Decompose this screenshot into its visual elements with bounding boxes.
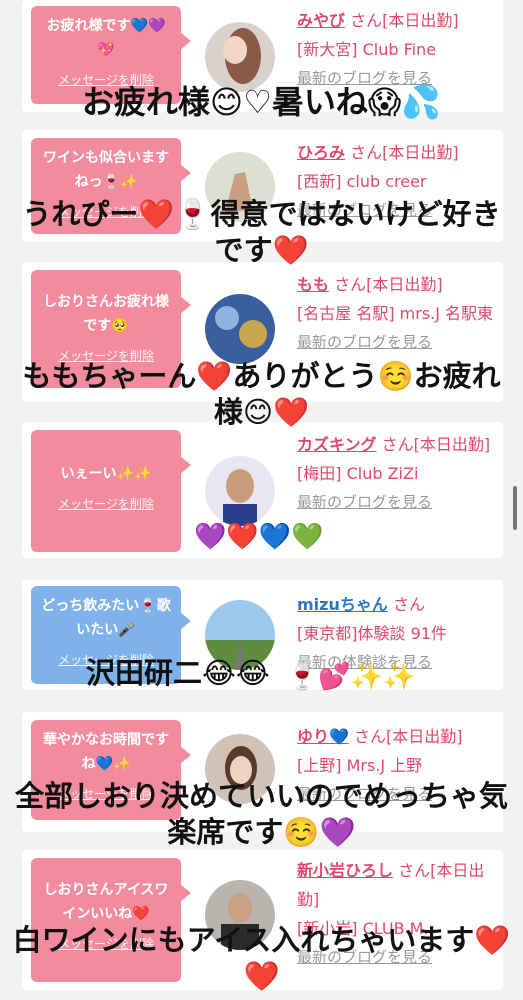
cast-status: さん[本日出勤] (334, 275, 443, 294)
shop-name: [新大宮] Club Fine (297, 40, 437, 59)
overlay-caption: 沢田研二😂😂 (86, 656, 270, 690)
cast-status: さん[本日出勤] (350, 11, 459, 30)
message-bubble: いぇーい✨✨ メッセージを削除 (31, 430, 191, 552)
avatar[interactable] (205, 22, 275, 92)
cast-status: さん[本日出勤] (354, 727, 463, 746)
overlay-caption: 白ワインにもアイス入れちゃいます❤️❤️ (12, 923, 511, 993)
overlay-caption: ももちゃーん❤️ありがとう☺️お疲れ様😊❤️ (22, 359, 501, 429)
cast-name-link[interactable]: ひろみ (297, 143, 345, 162)
message-text: 華やかなお時間ですね💙✨ (43, 732, 169, 772)
message-text: しおりさんアイスワインいいね❤️ (43, 882, 169, 922)
cast-name-link[interactable]: みやび (297, 11, 345, 30)
bubble-tail (180, 612, 191, 630)
cast-info: みやび さん[本日出勤] [新大宮] Club Fine 最新のブログを見る (297, 6, 497, 93)
shop-name: [名古屋 名駅] mrs.J 名駅東 (297, 304, 494, 323)
message-text: ワインも似合いますねっ🍷✨ (43, 150, 169, 190)
bubble-tail (180, 746, 191, 764)
cast-status: さん[本日出勤] (350, 143, 459, 162)
overlay-caption: 💜❤️💙💚 (194, 522, 324, 552)
cast-name-link[interactable]: もも (297, 275, 329, 294)
message-text: いぇーい✨✨ (60, 466, 152, 482)
delete-message-link[interactable]: メッセージを削除 (41, 492, 171, 516)
cast-status: さん[本日出勤] (381, 435, 491, 454)
cast-info: もも さん[本日出勤] [名古屋 名駅] mrs.J 名駅東 最新のブログを見る (297, 270, 497, 357)
message-text: お疲れ様です💙💜💖 (46, 18, 166, 58)
cast-status: さん (392, 595, 425, 614)
blog-link[interactable]: 最新のブログを見る (297, 488, 497, 517)
bubble-tail (180, 296, 191, 314)
overlay-caption: 全部しおり決めていいのでめっちゃ気楽席です☺️💜 (14, 779, 508, 849)
cast-name-link[interactable]: ゆり💙 (297, 727, 349, 746)
overlay-caption: うれぴー❤️🍷得意ではないけど好きです❤️ (22, 197, 501, 267)
shop-name: [西新] club creer (297, 172, 427, 191)
avatar[interactable] (205, 456, 275, 526)
blog-link[interactable]: 最新のブログを見る (297, 328, 497, 357)
cast-name-link[interactable]: 新小岩ひろし (297, 861, 393, 880)
cast-name-link[interactable]: カズキング (297, 435, 377, 454)
bubble-tail (180, 32, 191, 50)
shop-name: [梅田] Club ZiZi (297, 464, 419, 483)
cast-info: カズキング さん[本日出勤] [梅田] Club ZiZi 最新のブログを見る (297, 430, 497, 517)
cast-name-link[interactable]: mizuちゃん (297, 595, 388, 614)
avatar[interactable] (205, 294, 275, 364)
shop-name: [上野] Mrs.J 上野 (297, 756, 423, 775)
overlay-caption: 🍷💕✨✨ (286, 662, 416, 692)
shop-name: [東京都]体験談 91件 (297, 624, 447, 643)
bubble-tail (180, 884, 191, 902)
bubble-tail (180, 164, 191, 182)
message-text: しおりさんお疲れ様です🥺 (43, 294, 169, 334)
scrollbar[interactable] (513, 486, 517, 530)
bubble-tail (180, 456, 191, 474)
overlay-caption: お疲れ様😊♡暑いね😱💦 (81, 83, 442, 121)
message-text: どっち飲みたい🍷歌いたい🎤 (41, 598, 171, 638)
